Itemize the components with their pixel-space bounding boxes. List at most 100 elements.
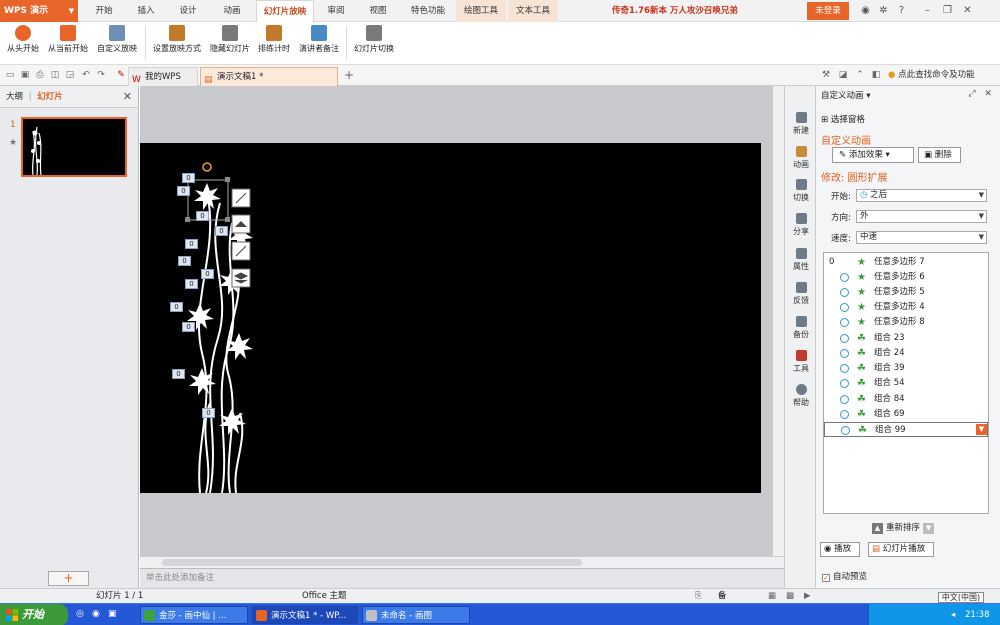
help-icon[interactable]: ? — [894, 3, 909, 18]
collapse-icon[interactable]: ⌃ — [854, 69, 866, 81]
slideshow-button[interactable]: ▤ 幻灯片播放 — [868, 542, 934, 557]
hide-slide-button[interactable]: 隐藏幻灯片 — [207, 24, 253, 62]
side-transition-button[interactable]: 切换 — [785, 179, 817, 203]
order-tag[interactable]: 0 — [185, 239, 198, 249]
taskbar-item-music[interactable]: 金莎 - 画中仙 | ... — [140, 606, 248, 624]
sorter-view-icon[interactable]: ▩ — [786, 589, 794, 603]
move-down-icon[interactable]: ▼ — [923, 523, 935, 534]
menu-slideshow[interactable]: 幻灯片放映 — [256, 0, 314, 23]
print-icon[interactable]: ⎙ — [34, 69, 46, 81]
side-backup-button[interactable]: 备份 — [785, 316, 817, 340]
speed-select[interactable]: 中速 ▼ — [856, 231, 987, 244]
vertical-scrollbar[interactable] — [772, 86, 784, 556]
autosave-icon[interactable]: ⎘ — [695, 589, 702, 603]
format-painter-icon[interactable]: ✎ — [115, 69, 127, 81]
list-item-selected[interactable]: ☘ 组合 99 ▼ — [824, 422, 988, 437]
side-tools-button[interactable]: 工具 — [785, 350, 817, 374]
side-new-button[interactable]: 新建 — [785, 112, 817, 136]
play-from-start-button[interactable]: 从头开始 — [4, 24, 42, 62]
command-search[interactable]: ● 点此查找命令及功能 — [888, 68, 975, 82]
login-button[interactable]: 未登录 — [807, 2, 849, 20]
list-item[interactable]: ☘ 组合 54 — [824, 376, 988, 391]
order-tag[interactable]: 0 — [182, 173, 195, 183]
direction-select[interactable]: 外 ▼ — [856, 210, 987, 223]
list-item[interactable]: ☘ 组合 39 — [824, 361, 988, 376]
horizontal-scrollbar[interactable] — [140, 556, 784, 568]
menu-home[interactable]: 开始 — [88, 0, 120, 22]
skin-icon[interactable]: ◉ — [858, 3, 873, 18]
side-feedback-button[interactable]: 反馈 — [785, 282, 817, 306]
close-icon[interactable]: ✕ — [960, 3, 975, 18]
quicklaunch-media-icon[interactable]: ◉ — [92, 609, 100, 619]
list-item[interactable]: ☘ 组合 23 — [824, 331, 988, 346]
selection-pane-button[interactable]: ⊞ 选择窗格 — [821, 113, 865, 125]
order-tag[interactable]: 0 — [201, 269, 214, 279]
side-properties-button[interactable]: 属性 — [785, 248, 817, 272]
pane-title[interactable]: 自定义动画 ▾ — [821, 89, 871, 101]
menu-view[interactable]: 视图 — [362, 0, 394, 22]
order-tag[interactable]: 0 — [185, 279, 198, 289]
menu-review[interactable]: 审阅 — [320, 0, 352, 22]
menu-design[interactable]: 设计 — [172, 0, 204, 22]
minimize-icon[interactable]: – — [920, 3, 935, 18]
move-up-icon[interactable]: ▲ — [872, 523, 883, 534]
promo-banner[interactable]: 传奇1.76新本 万人攻沙召唤兄弟 — [612, 0, 738, 22]
custom-slideshow-button[interactable]: 自定义放映 — [95, 24, 139, 62]
order-tag[interactable]: 0 — [182, 322, 195, 332]
side-help-button[interactable]: 帮助 — [785, 384, 817, 408]
expand-icon[interactable]: ⤢ — [968, 89, 975, 99]
list-item[interactable]: ☘ 组合 69 — [824, 407, 988, 422]
play-button[interactable]: ◉ 播放 — [820, 542, 860, 557]
side-animation-button[interactable]: 动画 — [785, 146, 817, 170]
close-icon[interactable]: ✕ — [123, 86, 132, 108]
list-item[interactable]: ☘ 组合 24 — [824, 346, 988, 361]
restore-icon[interactable]: ❐ — [940, 3, 955, 18]
delete-button[interactable]: ▣ 删除 — [918, 147, 961, 163]
order-tag[interactable]: 0 — [178, 256, 191, 266]
volume-icon[interactable]: ◂ — [951, 604, 955, 625]
list-item[interactable]: ★ 任意多边形 4 — [824, 300, 988, 315]
add-slide-button[interactable]: + — [48, 571, 89, 586]
order-tag[interactable]: 0 — [177, 186, 190, 196]
clock[interactable]: 21:38 — [965, 604, 990, 625]
list-item[interactable]: ★ 任意多边形 8 — [824, 315, 988, 330]
rehearse-timings-button[interactable]: 排练计时 — [256, 24, 292, 62]
speaker-notes-button[interactable]: 演讲者备注 — [296, 24, 342, 62]
preview-icon[interactable]: ◲ — [64, 69, 76, 81]
add-effect-button[interactable]: ✎ 添加效果 ▾ — [832, 147, 914, 163]
redo-icon[interactable]: ↷ — [95, 69, 107, 81]
save-icon[interactable]: ▣ — [19, 69, 31, 81]
list-item[interactable]: ★ 任意多边形 6 — [824, 270, 988, 285]
list-item[interactable]: ★ 任意多边形 5 — [824, 285, 988, 300]
menu-text-tools[interactable]: 文本工具 — [508, 0, 558, 22]
slide-canvas[interactable]: 0 0 0 0 0 0 0 0 0 0 0 0 — [140, 143, 761, 494]
menu-insert[interactable]: 插入 — [130, 0, 162, 22]
new-tab-icon[interactable]: + — [343, 69, 355, 81]
order-tag[interactable]: 0 — [170, 302, 183, 312]
close-icon[interactable]: ✕ — [984, 89, 992, 99]
taskbar-item-wps[interactable]: 演示文稿1 * - WP... — [252, 606, 358, 624]
input-method-indicator[interactable]: 中文(中国) — [938, 592, 984, 603]
tab-slides[interactable]: 幻灯片 — [37, 92, 63, 102]
play-from-current-button[interactable]: 从当前开始 — [45, 24, 91, 62]
slide-transition-button[interactable]: 幻灯片切换 — [351, 24, 397, 62]
quicklaunch-ie-icon[interactable]: ◎ — [76, 609, 84, 619]
export-pdf-icon[interactable]: ◫ — [49, 69, 61, 81]
autopreview-checkbox[interactable]: ✓ 自动预览 — [822, 570, 867, 582]
taskbar-item-paint[interactable]: 未命名 - 画图 — [362, 606, 470, 624]
open-icon[interactable]: ▭ — [4, 69, 16, 81]
settings-icon[interactable]: ✲ — [876, 3, 891, 18]
start-select[interactable]: ◷ 之后 ▼ — [856, 189, 987, 202]
pin-icon[interactable]: ◧ — [870, 69, 882, 81]
menu-features[interactable]: 特色功能 — [404, 0, 452, 22]
order-tag[interactable]: 0 — [172, 369, 185, 379]
scroll-thumb[interactable] — [162, 559, 582, 566]
list-item[interactable]: 0 ★ 任意多边形 7 — [824, 255, 988, 270]
chevron-down-icon[interactable]: ▼ — [976, 424, 987, 435]
reading-view-icon[interactable]: ▶ — [804, 589, 811, 603]
order-tag[interactable]: 0 — [202, 408, 215, 418]
skin-small-icon[interactable]: ◪ — [837, 69, 849, 81]
tab-presentation[interactable]: ▤ 演示文稿1 * — [200, 67, 338, 86]
undo-icon[interactable]: ↶ — [80, 69, 92, 81]
app-menu-button[interactable]: WPS 演示 ▼ — [0, 0, 78, 22]
